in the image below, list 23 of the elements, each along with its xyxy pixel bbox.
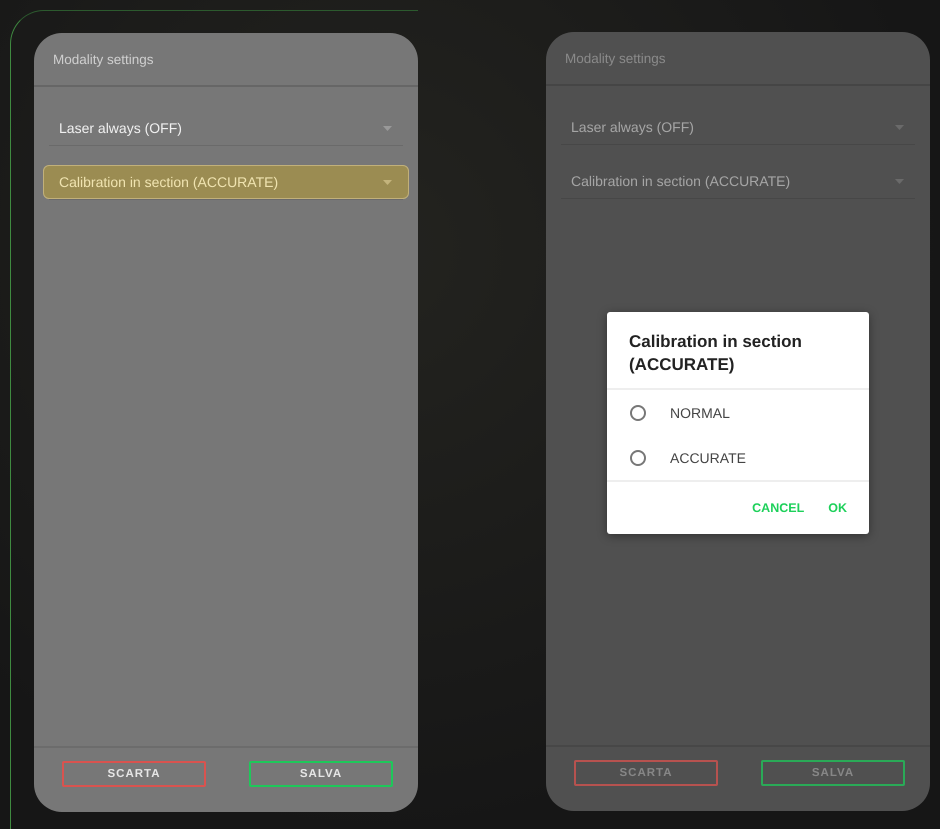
radio-button[interactable] — [630, 450, 646, 466]
caret-icon — [895, 178, 904, 184]
dropdown-field[interactable]: Calibration in section (ACCURATE) — [43, 165, 409, 199]
dropdown-label: Laser always (OFF) — [59, 120, 182, 136]
dialog-action-button[interactable]: CANCEL — [744, 497, 812, 519]
option-label: NORMAL — [670, 404, 730, 420]
radio-button[interactable] — [630, 404, 646, 420]
dropdown-field[interactable]: Laser always (OFF) — [43, 111, 409, 145]
caret-icon — [895, 124, 904, 130]
dropdown-label: Laser always (OFF) — [571, 119, 694, 135]
dialog-title: Calibration in section (ACCURATE) — [607, 312, 869, 390]
caret-icon — [383, 180, 392, 184]
dropdown-label: Calibration in section (ACCURATE) — [59, 174, 278, 190]
option-label: ACCURATE — [670, 450, 746, 466]
dropdown-field[interactable]: Laser always (OFF) — [555, 110, 921, 144]
save-button[interactable]: SALVA — [249, 761, 393, 787]
caret-icon — [383, 126, 392, 130]
screen-title: Modality settings — [34, 33, 418, 87]
dialog-action-button[interactable]: OK — [820, 497, 855, 519]
dropdown-field[interactable]: Calibration in section (ACCURATE) — [555, 164, 921, 198]
dropdown-label: Calibration in section (ACCURATE) — [571, 173, 790, 189]
screen-title: Modality settings — [546, 32, 930, 86]
discard-button[interactable]: SCARTA — [62, 761, 206, 787]
